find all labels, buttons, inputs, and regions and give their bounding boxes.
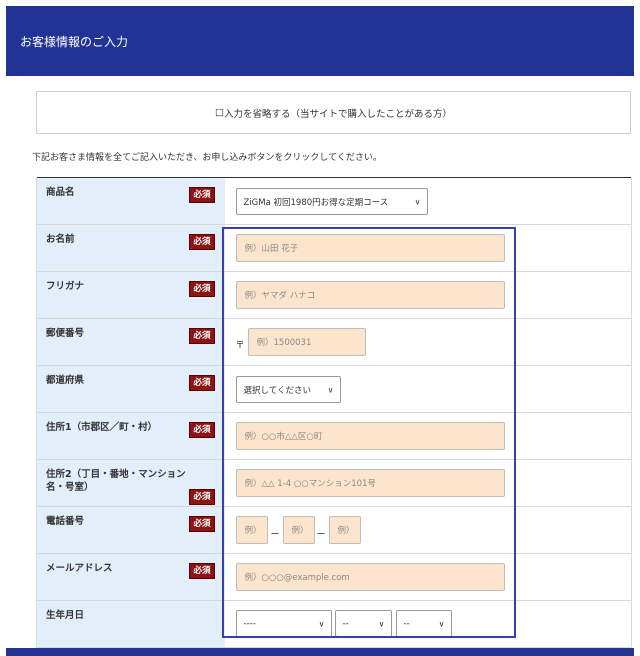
phone-label: 電話番号 <box>46 516 85 527</box>
address2-label: 住所2（丁目・番地・マンション名・号室） <box>46 469 186 493</box>
phone-input-2[interactable]: 例） <box>282 516 315 544</box>
birthday-label: 生年月日 <box>46 610 85 621</box>
footer-bar <box>6 648 634 656</box>
address1-placeholder: 例）○○市△△区○町 <box>244 432 323 442</box>
customer-form: 商品名 必須 ZiGMa 初回1980円お得な定期コース ∨ お名前 必須 例）… <box>36 177 632 648</box>
required-badge: 必須 <box>189 375 215 391</box>
row-kana: フリガナ 必須 例）ヤマダ ハナコ <box>36 271 632 319</box>
name-placeholder: 例）山田 花子 <box>244 244 299 254</box>
name-label-cell: お名前 必須 <box>36 224 225 272</box>
prefecture-select-value: 選択してください <box>243 385 312 396</box>
row-address1: 住所1（市郡区／町・村） 必須 例）○○市△△区○町 <box>36 412 632 460</box>
address2-field-cell: 例）△△ 1-4 ○○マンション101号 <box>224 459 632 507</box>
row-email: メールアドレス 必須 例）○○○@example.com <box>36 553 632 601</box>
email-placeholder: 例）○○○@example.com <box>244 573 350 583</box>
birth-day-value: -- <box>403 618 410 629</box>
chevron-down-icon: ∨ <box>318 619 325 628</box>
phone-placeholder-1: 例） <box>244 526 262 536</box>
name-field-cell: 例）山田 花子 <box>224 224 632 272</box>
birth-year-select[interactable]: ---- ∨ <box>235 610 332 637</box>
row-address2: 住所2（丁目・番地・マンション名・号室） 必須 例）△△ 1-4 ○○マンション… <box>36 459 632 507</box>
phone-separator: ー <box>270 530 280 540</box>
chevron-down-icon: ∨ <box>378 619 385 628</box>
product-label-cell: 商品名 必須 <box>36 177 225 225</box>
product-select[interactable]: ZiGMa 初回1980円お得な定期コース ∨ <box>235 188 428 215</box>
email-label-cell: メールアドレス 必須 <box>36 553 225 601</box>
product-field-cell: ZiGMa 初回1980円お得な定期コース ∨ <box>224 177 632 225</box>
page-title: お客様情報のご入力 <box>20 34 129 49</box>
row-birthday: 生年月日 ---- ∨ -- ∨ -- ∨ <box>36 600 632 648</box>
email-label: メールアドレス <box>46 563 113 574</box>
required-badge: 必須 <box>189 187 215 203</box>
kana-field-cell: 例）ヤマダ ハナコ <box>224 271 632 319</box>
product-select-value: ZiGMa 初回1980円お得な定期コース <box>243 197 389 208</box>
birthday-label-cell: 生年月日 <box>36 600 225 648</box>
required-badge: 必須 <box>189 516 215 532</box>
chevron-down-icon: ∨ <box>327 385 334 394</box>
prefecture-label: 都道府県 <box>46 375 85 386</box>
postal-placeholder: 例）1500031 <box>256 338 312 348</box>
skip-label: 入力を省略する（当サイトで購入したことがある方） <box>223 108 452 120</box>
phone-separator: ー <box>316 530 326 540</box>
postal-input[interactable]: 例）1500031 <box>247 328 366 356</box>
address2-label-cell: 住所2（丁目・番地・マンション名・号室） 必須 <box>36 459 225 507</box>
address1-input[interactable]: 例）○○市△△区○町 <box>235 422 505 450</box>
postal-mark: 〒 <box>235 341 245 351</box>
chevron-down-icon: ∨ <box>414 197 421 206</box>
chevron-down-icon: ∨ <box>438 619 445 628</box>
phone-field-cell: 例） ー 例） ー 例） <box>224 506 632 554</box>
kana-placeholder: 例）ヤマダ ハナコ <box>244 291 316 301</box>
required-badge: 必須 <box>189 422 215 438</box>
required-badge: 必須 <box>189 563 215 579</box>
postal-label-cell: 郵便番号 必須 <box>36 318 225 366</box>
row-postal: 郵便番号 必須 〒 例）1500031 <box>36 318 632 366</box>
prefecture-select[interactable]: 選択してください ∨ <box>235 376 341 403</box>
birth-month-select[interactable]: -- ∨ <box>334 610 392 637</box>
required-badge: 必須 <box>189 489 215 505</box>
product-label: 商品名 <box>46 187 75 198</box>
birthday-field-cell: ---- ∨ -- ∨ -- ∨ <box>224 600 632 648</box>
birth-year-value: ---- <box>243 618 256 629</box>
name-input[interactable]: 例）山田 花子 <box>235 234 505 262</box>
email-input[interactable]: 例）○○○@example.com <box>235 563 505 591</box>
required-badge: 必須 <box>189 328 215 344</box>
phone-label-cell: 電話番号 必須 <box>36 506 225 554</box>
postal-field-cell: 〒 例）1500031 <box>224 318 632 366</box>
birth-day-select[interactable]: -- ∨ <box>395 610 452 637</box>
birth-month-value: -- <box>342 618 349 629</box>
skip-checkbox[interactable]: □ <box>215 107 224 118</box>
required-badge: 必須 <box>189 281 215 297</box>
kana-label: フリガナ <box>46 281 85 292</box>
name-label: お名前 <box>46 234 75 245</box>
kana-label-cell: フリガナ 必須 <box>36 271 225 319</box>
address1-field-cell: 例）○○市△△区○町 <box>224 412 632 460</box>
phone-input-1[interactable]: 例） <box>235 516 268 544</box>
prefecture-field-cell: 選択してください ∨ <box>224 365 632 413</box>
phone-placeholder-3: 例） <box>337 526 355 536</box>
address1-label-cell: 住所1（市郡区／町・村） 必須 <box>36 412 225 460</box>
address2-input[interactable]: 例）△△ 1-4 ○○マンション101号 <box>235 469 505 497</box>
required-badge: 必須 <box>189 234 215 250</box>
row-phone: 電話番号 必須 例） ー 例） ー 例） <box>36 506 632 554</box>
page-header: お客様情報のご入力 <box>6 6 634 76</box>
form-instruction: 下記お客さま情報を全てご記入いただき、お申し込みボタンをクリックしてください。 <box>32 153 382 163</box>
address1-label: 住所1（市郡区／町・村） <box>46 422 158 433</box>
postal-label: 郵便番号 <box>46 328 85 339</box>
phone-placeholder-2: 例） <box>291 526 309 536</box>
row-prefecture: 都道府県 必須 選択してください ∨ <box>36 365 632 413</box>
row-product: 商品名 必須 ZiGMa 初回1980円お得な定期コース ∨ <box>36 177 632 225</box>
phone-input-3[interactable]: 例） <box>328 516 361 544</box>
skip-input-option[interactable]: □ 入力を省略する（当サイトで購入したことがある方） <box>36 91 631 134</box>
email-field-cell: 例）○○○@example.com <box>224 553 632 601</box>
kana-input[interactable]: 例）ヤマダ ハナコ <box>235 281 505 309</box>
prefecture-label-cell: 都道府県 必須 <box>36 365 225 413</box>
address2-placeholder: 例）△△ 1-4 ○○マンション101号 <box>244 479 376 489</box>
row-name: お名前 必須 例）山田 花子 <box>36 224 632 272</box>
